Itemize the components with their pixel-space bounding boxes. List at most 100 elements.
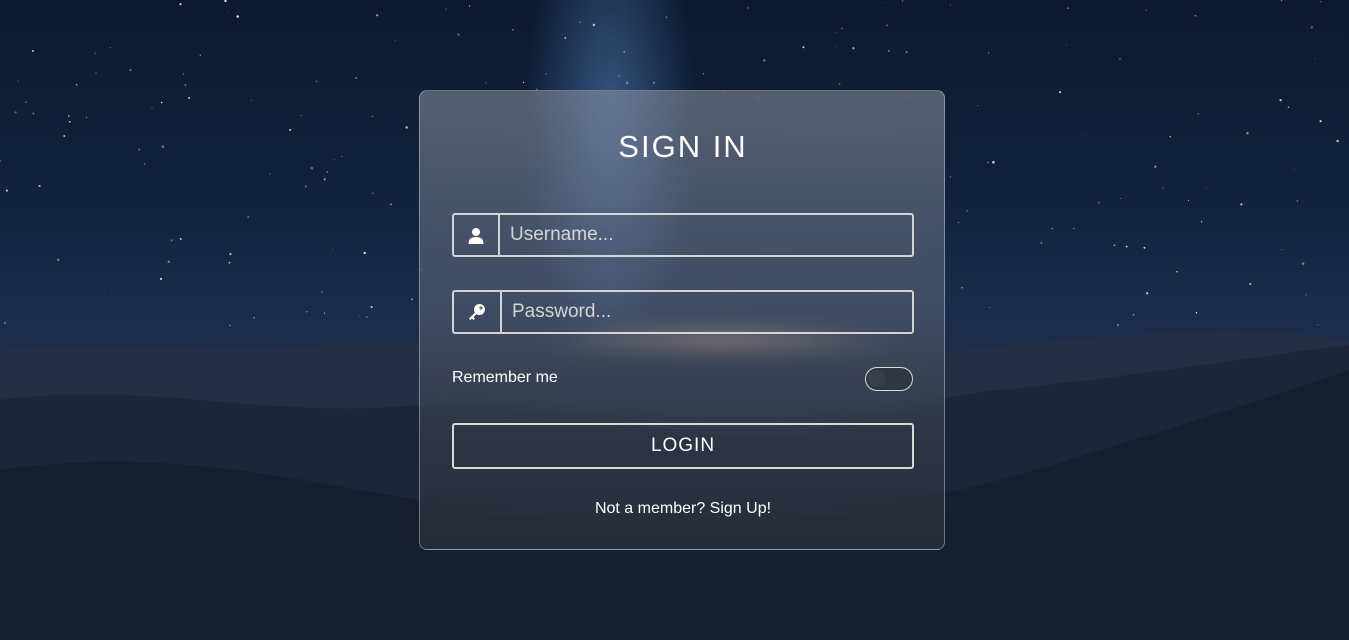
star bbox=[992, 161, 995, 164]
star bbox=[1310, 26, 1314, 29]
star bbox=[1336, 139, 1339, 143]
star bbox=[802, 46, 805, 49]
star bbox=[949, 176, 951, 178]
star bbox=[852, 47, 855, 50]
star bbox=[109, 46, 111, 49]
star bbox=[411, 298, 413, 301]
star bbox=[0, 159, 2, 162]
star bbox=[902, 0, 904, 2]
star bbox=[323, 178, 326, 181]
signup-link[interactable]: Not a member? Sign Up! bbox=[595, 500, 771, 517]
star bbox=[376, 14, 379, 17]
star bbox=[321, 290, 323, 293]
star bbox=[85, 116, 88, 119]
star bbox=[838, 83, 841, 85]
star bbox=[143, 163, 146, 165]
star bbox=[1301, 262, 1305, 265]
star bbox=[224, 0, 227, 3]
star bbox=[269, 173, 271, 175]
star bbox=[1119, 58, 1121, 60]
login-button[interactable]: LOGIN bbox=[452, 423, 914, 469]
star bbox=[989, 307, 991, 308]
star bbox=[310, 166, 314, 170]
star bbox=[129, 68, 132, 72]
star bbox=[1317, 323, 1319, 326]
star bbox=[1059, 91, 1062, 94]
remember-me-label: Remember me bbox=[452, 369, 558, 386]
star bbox=[579, 21, 581, 23]
star bbox=[468, 5, 471, 7]
star bbox=[160, 101, 163, 104]
star bbox=[5, 189, 8, 192]
star bbox=[987, 161, 989, 164]
star bbox=[1200, 221, 1203, 223]
star bbox=[95, 72, 97, 74]
star bbox=[747, 7, 749, 9]
toggle-knob bbox=[868, 370, 885, 387]
star bbox=[355, 77, 358, 80]
star bbox=[103, 290, 105, 292]
star bbox=[1162, 187, 1164, 189]
star bbox=[170, 239, 173, 242]
star bbox=[1319, 120, 1322, 123]
star bbox=[905, 51, 908, 53]
star bbox=[25, 101, 27, 104]
star bbox=[1205, 187, 1207, 189]
star bbox=[227, 11, 228, 13]
star bbox=[882, 2, 884, 3]
star bbox=[1146, 292, 1149, 295]
star bbox=[390, 203, 392, 206]
star bbox=[1125, 245, 1128, 248]
star bbox=[94, 52, 96, 54]
star bbox=[4, 321, 6, 324]
star bbox=[250, 99, 252, 101]
star bbox=[1305, 294, 1307, 296]
star bbox=[394, 40, 396, 42]
star bbox=[334, 158, 335, 160]
star bbox=[1246, 132, 1249, 135]
star bbox=[300, 115, 302, 117]
star bbox=[1132, 314, 1135, 316]
star bbox=[457, 33, 460, 36]
username-field bbox=[452, 213, 914, 257]
star bbox=[1279, 99, 1282, 102]
star bbox=[199, 54, 201, 56]
star bbox=[702, 73, 704, 75]
star bbox=[405, 126, 408, 129]
star bbox=[332, 248, 334, 250]
star bbox=[1154, 165, 1157, 168]
star bbox=[1145, 9, 1147, 11]
star bbox=[988, 52, 990, 54]
star bbox=[1240, 203, 1243, 206]
star bbox=[304, 185, 307, 188]
star bbox=[323, 312, 326, 314]
star bbox=[38, 184, 41, 188]
star bbox=[68, 115, 70, 117]
star bbox=[326, 171, 329, 174]
star bbox=[68, 120, 71, 123]
star bbox=[179, 3, 182, 6]
star bbox=[56, 258, 60, 262]
star bbox=[151, 107, 153, 109]
page-title: SIGN IN bbox=[618, 129, 748, 164]
star bbox=[485, 82, 487, 84]
star bbox=[1287, 106, 1290, 108]
star bbox=[363, 251, 366, 255]
password-input[interactable] bbox=[502, 292, 912, 332]
star bbox=[161, 145, 165, 148]
star bbox=[1082, 135, 1084, 137]
star bbox=[1176, 270, 1178, 273]
star bbox=[315, 80, 318, 83]
username-input[interactable] bbox=[500, 215, 912, 255]
star bbox=[1280, 0, 1283, 2]
star bbox=[63, 134, 66, 138]
star bbox=[626, 81, 629, 84]
star bbox=[977, 105, 979, 107]
star bbox=[371, 115, 374, 118]
star bbox=[17, 80, 19, 82]
star bbox=[841, 27, 843, 30]
star bbox=[32, 112, 35, 115]
star bbox=[445, 8, 447, 10]
star bbox=[623, 50, 626, 53]
remember-me-toggle[interactable] bbox=[865, 367, 913, 391]
